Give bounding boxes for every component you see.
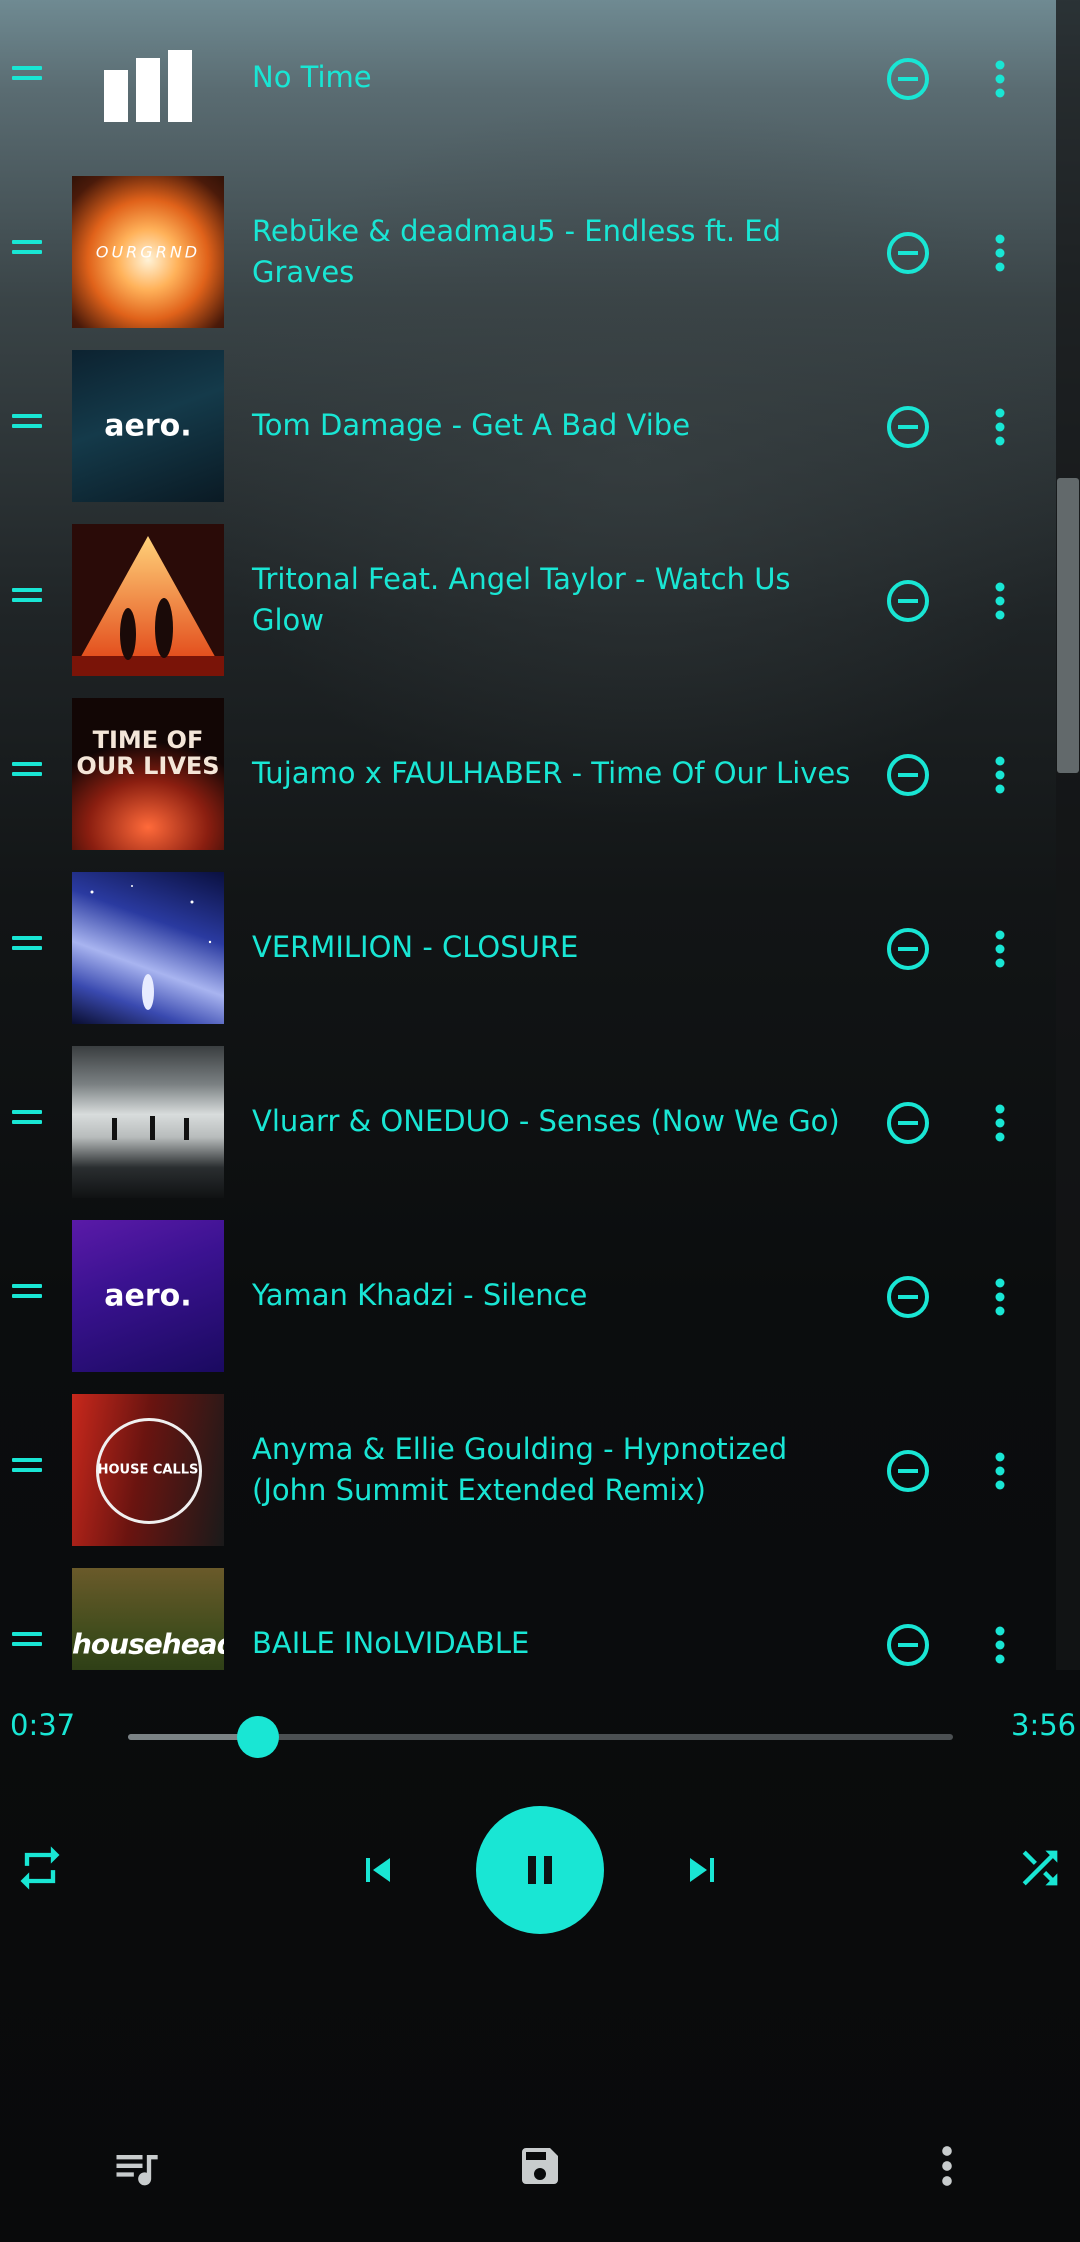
queue-item[interactable]: TIME OF OUR LIVES Tujamo x FAULHABER - T… <box>0 696 1056 870</box>
queue-list[interactable]: No Time OURGRND Rebūke & deadmau5 - Endl… <box>0 0 1056 1670</box>
album-art-text: OURGRND <box>95 242 201 262</box>
remove-circle-icon[interactable] <box>886 57 930 101</box>
track-title: No Time <box>252 60 372 94</box>
drag-handle-icon[interactable] <box>12 66 42 80</box>
track-title: Tom Damage - Get A Bad Vibe <box>252 408 691 442</box>
remove-circle-icon[interactable] <box>886 753 930 797</box>
total-duration: 3:56 <box>1011 1708 1077 1742</box>
drag-handle-icon[interactable] <box>12 1632 42 1646</box>
more-vert-icon[interactable] <box>986 753 1014 797</box>
more-vert-icon[interactable] <box>986 405 1014 449</box>
album-art <box>72 524 224 676</box>
album-art-text: househead <box>72 1627 224 1661</box>
remove-circle-icon[interactable] <box>886 579 930 623</box>
album-art: househead <box>72 1568 224 1670</box>
remove-circle-icon[interactable] <box>886 927 930 971</box>
more-vert-icon[interactable] <box>986 579 1014 623</box>
drag-handle-icon[interactable] <box>12 762 42 776</box>
album-art: aero. <box>72 1220 224 1372</box>
shuffle-icon[interactable] <box>1014 1842 1066 1894</box>
queue-item[interactable]: househead BAILE INoLVIDABLE <box>0 1566 1056 1670</box>
save-icon[interactable] <box>516 2142 564 2190</box>
queue-item[interactable]: OURGRND Rebūke & deadmau5 - Endless ft. … <box>0 174 1056 348</box>
more-vert-icon[interactable] <box>986 1275 1014 1319</box>
album-art-text: aero. <box>104 1278 192 1314</box>
album-art-graphic <box>112 1116 189 1140</box>
queue-item[interactable]: aero. Yaman Khadzi - Silence <box>0 1218 1056 1392</box>
album-art <box>72 1046 224 1198</box>
queue-item[interactable]: No Time <box>0 0 1056 174</box>
track-title: Anyma & Ellie Goulding - Hypnotized (Joh… <box>252 1432 788 1507</box>
remove-circle-icon[interactable] <box>886 231 930 275</box>
queue-music-icon[interactable] <box>110 2142 162 2194</box>
album-art-text: HOUSE CALLS <box>97 1462 199 1478</box>
drag-handle-icon[interactable] <box>12 1458 42 1472</box>
pause-icon <box>528 1856 552 1884</box>
queue-item[interactable]: Tritonal Feat. Angel Taylor - Watch Us G… <box>0 522 1056 696</box>
drag-handle-icon[interactable] <box>12 588 42 602</box>
album-art-graphic <box>90 885 212 1010</box>
album-art <box>72 2 224 154</box>
drag-handle-icon[interactable] <box>12 414 42 428</box>
pause-button[interactable] <box>476 1806 604 1934</box>
repeat-icon[interactable] <box>14 1842 66 1894</box>
remove-circle-icon[interactable] <box>886 405 930 449</box>
queue-item[interactable]: Vluarr & ONEDUO - Senses (Now We Go) <box>0 1044 1056 1218</box>
more-vert-icon[interactable] <box>986 1449 1014 1493</box>
track-title: Tritonal Feat. Angel Taylor - Watch Us G… <box>252 562 791 637</box>
remove-circle-icon[interactable] <box>886 1623 930 1667</box>
more-vert-icon[interactable] <box>986 1101 1014 1145</box>
album-art <box>72 872 224 1024</box>
more-vert-icon[interactable] <box>986 57 1014 101</box>
queue-scrollbar[interactable] <box>1056 0 1080 1670</box>
drag-handle-icon[interactable] <box>12 240 42 254</box>
track-title: BAILE INoLVIDABLE <box>252 1626 530 1660</box>
elapsed-time: 0:37 <box>10 1708 76 1742</box>
skip-previous-icon[interactable] <box>354 1846 402 1894</box>
track-title: Vluarr & ONEDUO - Senses (Now We Go) <box>252 1104 840 1138</box>
album-art-text: aero. <box>104 408 192 444</box>
album-art: OURGRND <box>72 176 224 328</box>
album-art: aero. <box>72 350 224 502</box>
drag-handle-icon[interactable] <box>12 1110 42 1124</box>
remove-circle-icon[interactable] <box>886 1449 930 1493</box>
more-vert-icon[interactable] <box>986 231 1014 275</box>
queue-item[interactable]: VERMILION - CLOSURE <box>0 870 1056 1044</box>
equalizer-bars-icon <box>104 50 192 122</box>
more-vert-icon[interactable] <box>932 2142 962 2190</box>
queue-item[interactable]: HOUSE CALLS Anyma & Ellie Goulding - Hyp… <box>0 1392 1056 1566</box>
album-art-graphic <box>72 524 224 676</box>
drag-handle-icon[interactable] <box>12 1284 42 1298</box>
scrollbar-thumb[interactable] <box>1057 478 1079 773</box>
more-vert-icon[interactable] <box>986 927 1014 971</box>
remove-circle-icon[interactable] <box>886 1275 930 1319</box>
album-art-text: TIME OF OUR LIVES <box>76 725 220 780</box>
seek-bar-thumb[interactable] <box>236 1716 279 1758</box>
track-title: Tujamo x FAULHABER - Time Of Our Lives <box>252 756 851 790</box>
album-art: HOUSE CALLS <box>72 1394 224 1546</box>
track-title: Yaman Khadzi - Silence <box>252 1278 588 1312</box>
queue-item[interactable]: aero. Tom Damage - Get A Bad Vibe <box>0 348 1056 522</box>
track-title: Rebūke & deadmau5 - Endless ft. Ed Grave… <box>252 214 781 289</box>
more-vert-icon[interactable] <box>986 1623 1014 1667</box>
album-art: TIME OF OUR LIVES <box>72 698 224 850</box>
skip-next-icon[interactable] <box>678 1846 726 1894</box>
track-title: VERMILION - CLOSURE <box>252 930 579 964</box>
remove-circle-icon[interactable] <box>886 1101 930 1145</box>
drag-handle-icon[interactable] <box>12 936 42 950</box>
